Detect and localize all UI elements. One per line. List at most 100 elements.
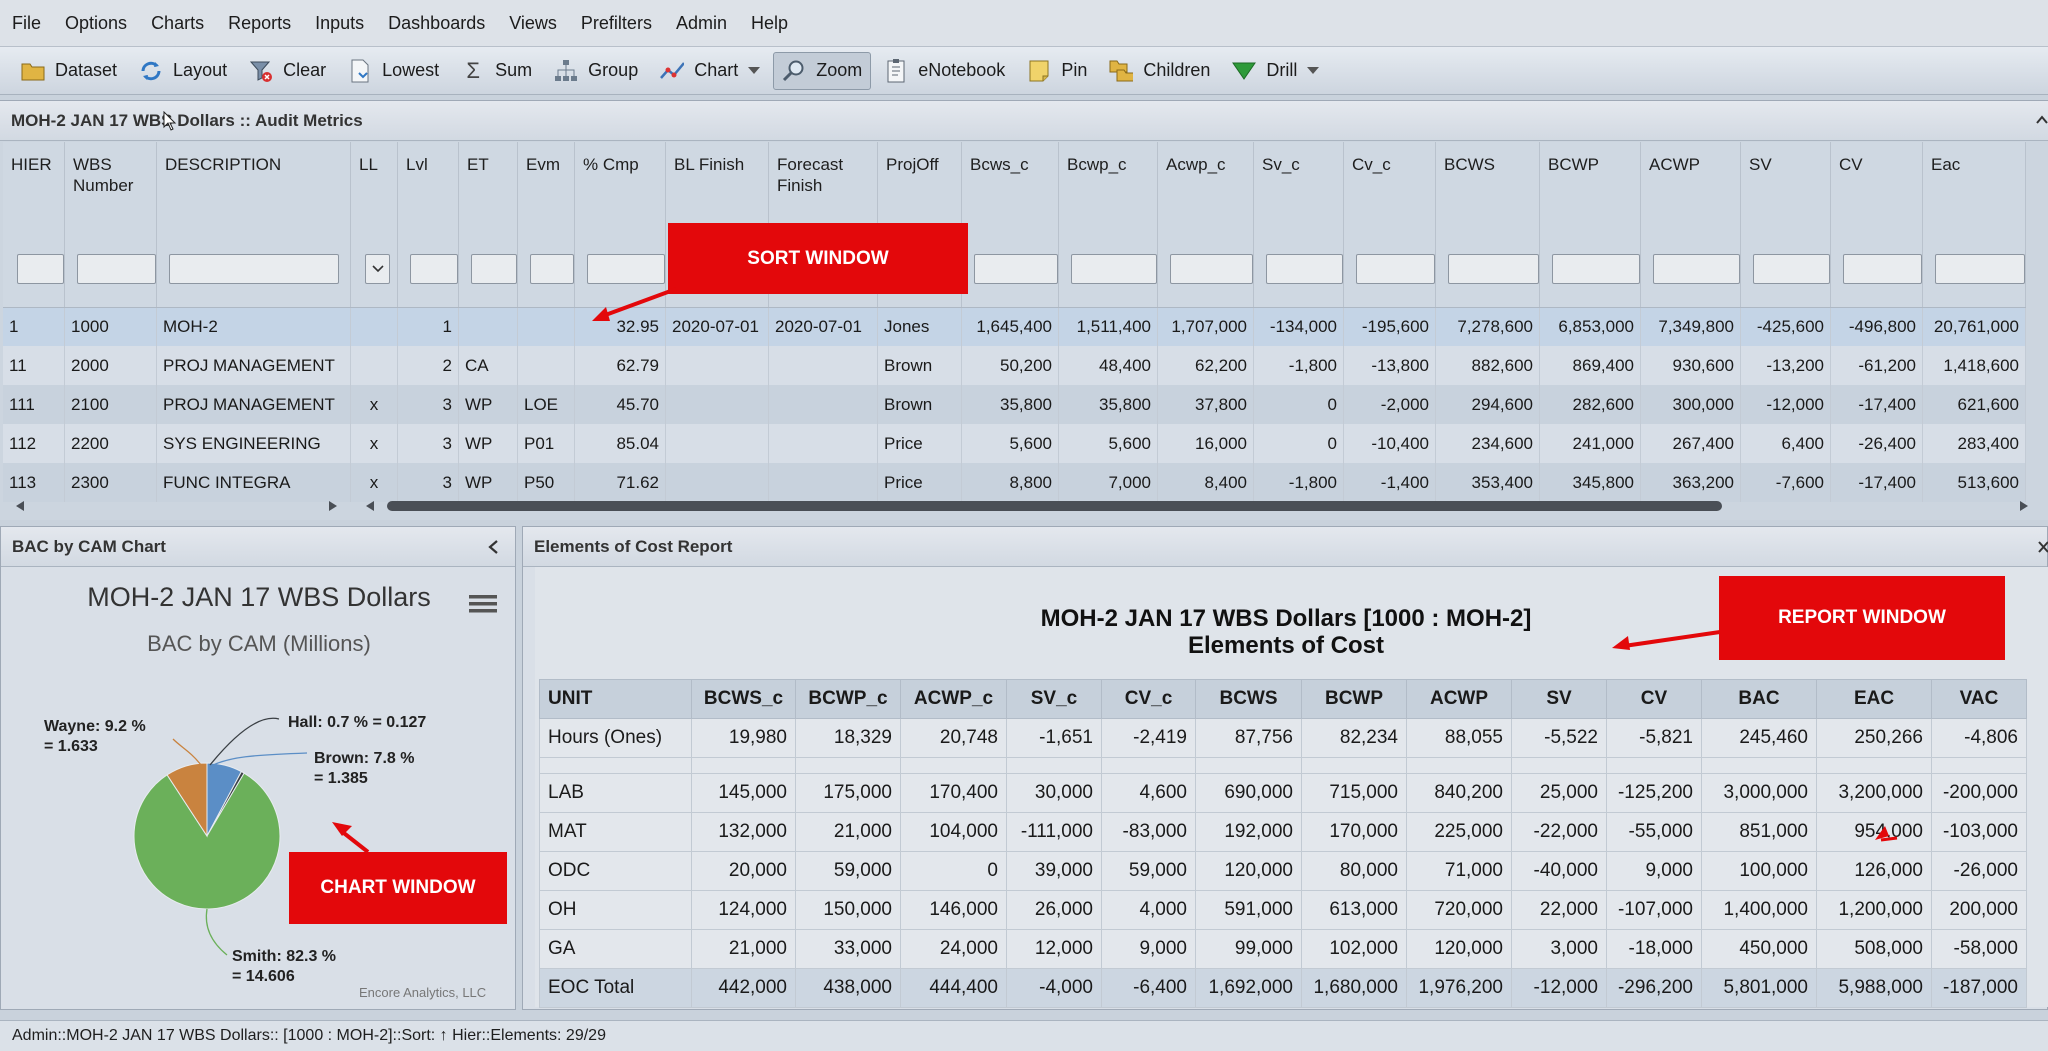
filter-input-cv[interactable] [1843,254,1922,285]
menu-admin[interactable]: Admin [676,13,727,34]
layout-button[interactable]: Layout [130,52,236,90]
enotebook-button[interactable]: eNotebook [875,52,1014,90]
column-header-cv[interactable]: CV [1830,142,1923,232]
menu-options[interactable]: Options [65,13,127,34]
eoc-header-bcws-c[interactable]: BCWS_c [691,679,796,719]
column-header-lvl[interactable]: Lvl [397,142,459,232]
menu-charts[interactable]: Charts [151,13,204,34]
column-header-bcwp[interactable]: BCWP [1539,142,1641,232]
eoc-header-bcws[interactable]: BCWS [1195,679,1302,719]
filter-input-wbs-number[interactable] [77,254,156,285]
column-header-wbs-number[interactable]: WBS Number [64,142,157,232]
eoc-header-sv-c[interactable]: SV_c [1006,679,1102,719]
eoc-header-acwp[interactable]: ACWP [1406,679,1512,719]
column-header-et[interactable]: ET [458,142,518,232]
table-row[interactable]: 112 2200 SYS ENGINEERING x 3 WP P01 85.0… [3,424,2026,463]
scroll-right-icon[interactable] [328,500,338,512]
table-row[interactable]: 111 2100 PROJ MANAGEMENT x 3 WP LOE 45.7… [3,385,2026,424]
column-header-cv-c[interactable]: Cv_c [1343,142,1436,232]
column-header-description[interactable]: DESCRIPTION [156,142,351,232]
menu-dashboards[interactable]: Dashboards [388,13,485,34]
horizontal-scrollbar[interactable] [3,498,2043,514]
sum-button[interactable]: Σ Sum [452,52,541,90]
column-header-acwp-c[interactable]: Acwp_c [1157,142,1254,232]
filter-input-eac[interactable] [1935,254,2025,285]
eoc-header-bcwp[interactable]: BCWP [1301,679,1407,719]
pie-chart[interactable] [1,527,515,1009]
menu-help[interactable]: Help [751,13,788,34]
filter-input-sv-c[interactable] [1266,254,1343,285]
column-header-forecast-finish[interactable]: Forecast Finish [768,142,878,232]
filter-input-sv[interactable] [1753,254,1830,285]
eoc-header-sv[interactable]: SV [1511,679,1607,719]
table-row[interactable]: OH 124,000 150,000 146,000 26,000 4,000 591,00… [539,890,2027,930]
column-header-hier[interactable]: HIER [3,142,65,232]
filter-input-bcws-c[interactable] [974,254,1058,285]
chevron-down-icon[interactable] [748,67,761,74]
filter-input-cv-c[interactable] [1356,254,1435,285]
clear-button[interactable]: Clear [240,52,335,90]
eoc-header-bac[interactable]: BAC [1701,679,1817,719]
column-header-acwp[interactable]: ACWP [1640,142,1741,232]
scroll-left-icon[interactable] [365,500,375,512]
filter-input-acwp-c[interactable] [1170,254,1253,285]
eoc-header-cv[interactable]: CV [1606,679,1702,719]
filter-input-bcwp-c[interactable] [1071,254,1157,285]
column-header-bcws-c[interactable]: Bcws_c [961,142,1059,232]
collapse-icon[interactable] [2036,115,2048,125]
table-row[interactable]: Hours (Ones) 19,980 18,329 20,748 -1,651 -2,4… [539,718,2027,758]
menu-reports[interactable]: Reports [228,13,291,34]
chevron-down-icon[interactable] [1307,67,1320,74]
scroll-right-icon[interactable] [2019,500,2029,512]
column-header-bcws[interactable]: BCWS [1435,142,1540,232]
table-row[interactable]: 113 2300 FUNC INTEGRA x 3 WP P50 71.62 P… [3,463,2026,502]
eoc-header-eac[interactable]: EAC [1816,679,1932,719]
drill-button[interactable]: Drill [1223,52,1328,90]
eoc-total-row[interactable]: EOC Total 442,000 438,000 444,400 -4,000 -6,4… [539,968,2027,1008]
column-header-bcwp-c[interactable]: Bcwp_c [1058,142,1158,232]
table-row[interactable]: 11 2000 PROJ MANAGEMENT 2 CA 62.79 Brown… [3,346,2026,385]
table-row[interactable]: 1 1000 MOH-2 1 32.95 2020-07-01 2020-07-… [3,307,2026,346]
table-row[interactable]: ODC 20,000 59,000 0 39,000 59,000 120,000 80,00… [539,851,2027,891]
dataset-button[interactable]: Dataset [12,52,126,90]
eoc-header-acwp-c[interactable]: ACWP_c [900,679,1007,719]
scroll-left-icon[interactable] [15,500,25,512]
zoom-button[interactable]: Zoom [773,51,872,90]
column-header-sv-c[interactable]: Sv_c [1253,142,1344,232]
column-header-projoff[interactable]: ProjOff [877,142,962,232]
filter-select-ll[interactable] [365,254,390,285]
filter-input-evm[interactable] [530,254,574,285]
menu-prefilters[interactable]: Prefilters [581,13,652,34]
column-header-bl-finish[interactable]: BL Finish [665,142,769,232]
scrollbar-thumb[interactable] [387,501,1722,511]
chart-button[interactable]: Chart [651,52,769,90]
column-header-sv[interactable]: SV [1740,142,1831,232]
filter-input-lvl[interactable] [410,254,458,285]
pin-button[interactable]: Pin [1018,52,1096,90]
filter-input-pct-cmp[interactable] [587,254,665,285]
filter-input-hier[interactable] [17,254,64,285]
filter-input-et[interactable] [471,254,517,285]
table-row[interactable]: MAT 132,000 21,000 104,000 -111,000 -83,000 19… [539,812,2027,852]
menu-file[interactable]: File [12,13,41,34]
eoc-header-vac[interactable]: VAC [1931,679,2027,719]
table-row[interactable]: GA 21,000 33,000 24,000 12,000 9,000 99,000 102… [539,929,2027,969]
menu-inputs[interactable]: Inputs [315,13,364,34]
eoc-header-bcwp-c[interactable]: BCWP_c [795,679,901,719]
lowest-button[interactable]: Lowest [339,52,448,90]
eoc-header-cv-c[interactable]: CV_c [1101,679,1196,719]
column-header-evm[interactable]: Evm [517,142,575,232]
filter-input-bcwp[interactable] [1552,254,1640,285]
column-header-eac[interactable]: Eac [1922,142,2026,232]
column-header-pct-cmp[interactable]: % Cmp [574,142,666,232]
filter-input-description[interactable] [169,254,339,285]
column-header-ll[interactable]: LL [350,142,398,232]
filter-input-bcws[interactable] [1448,254,1539,285]
menu-views[interactable]: Views [509,13,557,34]
group-button[interactable]: Group [545,52,647,90]
table-row[interactable]: LAB 145,000 175,000 170,400 30,000 4,600 690,0… [539,773,2027,813]
eoc-header-unit[interactable]: UNIT [539,679,692,719]
filter-input-acwp[interactable] [1653,254,1740,285]
children-button[interactable]: Children [1100,52,1219,90]
close-icon[interactable] [2037,540,2048,554]
